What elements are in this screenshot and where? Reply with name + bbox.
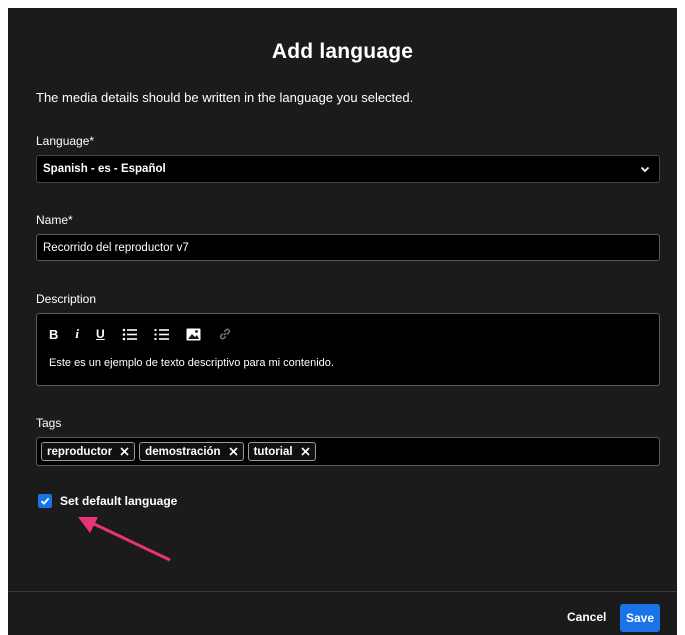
annotation-arrow-icon	[78, 517, 171, 562]
description-label: Description	[36, 292, 97, 306]
tag-label: demostración	[145, 445, 221, 458]
link-icon[interactable]	[218, 326, 232, 342]
image-icon[interactable]	[186, 326, 201, 342]
cancel-button[interactable]: Cancel	[561, 606, 612, 628]
default-language-label[interactable]: Set default language	[60, 494, 177, 508]
required-mark: *	[89, 134, 95, 148]
language-label: Language*	[36, 134, 94, 148]
bold-button[interactable]: B	[49, 326, 58, 342]
tag-chip: reproductor	[41, 442, 136, 461]
tag-label: tutorial	[253, 445, 293, 458]
dialog-title: Add language	[271, 40, 414, 63]
name-label: Name*	[36, 213, 73, 227]
chevron-down-icon	[640, 166, 650, 173]
tag-chip: demostración	[139, 442, 244, 461]
underline-button[interactable]: U	[96, 326, 105, 342]
remove-tag-icon[interactable]	[229, 447, 238, 456]
required-mark: *	[68, 213, 73, 227]
checkmark-icon	[40, 497, 50, 505]
tag-chip: tutorial	[247, 442, 316, 461]
remove-tag-icon[interactable]	[120, 447, 129, 456]
add-language-dialog: Add language The media details should be…	[8, 8, 677, 635]
description-text: Este es un ejemplo de texto descriptivo …	[49, 357, 334, 369]
editor-toolbar: B i U	[49, 326, 249, 342]
name-label-text: Name	[36, 213, 69, 227]
tag-label: reproductor	[47, 445, 113, 458]
name-input[interactable]: Recorrido del reproductor v7	[36, 234, 660, 261]
language-label-text: Language	[36, 134, 90, 148]
remove-tag-icon[interactable]	[301, 447, 310, 456]
tag-list: reproductor demostración tutorial	[41, 442, 320, 461]
dialog-subtitle: The media details should be written in t…	[36, 90, 414, 105]
italic-button[interactable]: i	[75, 326, 79, 342]
description-editor[interactable]: B i U Este es un ejemplo de texto descri…	[36, 313, 660, 386]
default-language-checkbox[interactable]	[38, 494, 52, 508]
name-input-value: Recorrido del reproductor v7	[43, 242, 189, 254]
language-select[interactable]: Spanish - es - Español	[36, 155, 660, 183]
numbered-list-icon[interactable]	[154, 326, 169, 342]
footer-divider	[8, 591, 677, 592]
save-button[interactable]: Save	[620, 604, 660, 632]
language-select-value: Spanish - es - Español	[43, 163, 166, 175]
bullet-list-icon[interactable]	[122, 326, 137, 342]
tags-input[interactable]: reproductor demostración tutorial	[36, 437, 660, 466]
tags-label: Tags	[36, 416, 62, 430]
